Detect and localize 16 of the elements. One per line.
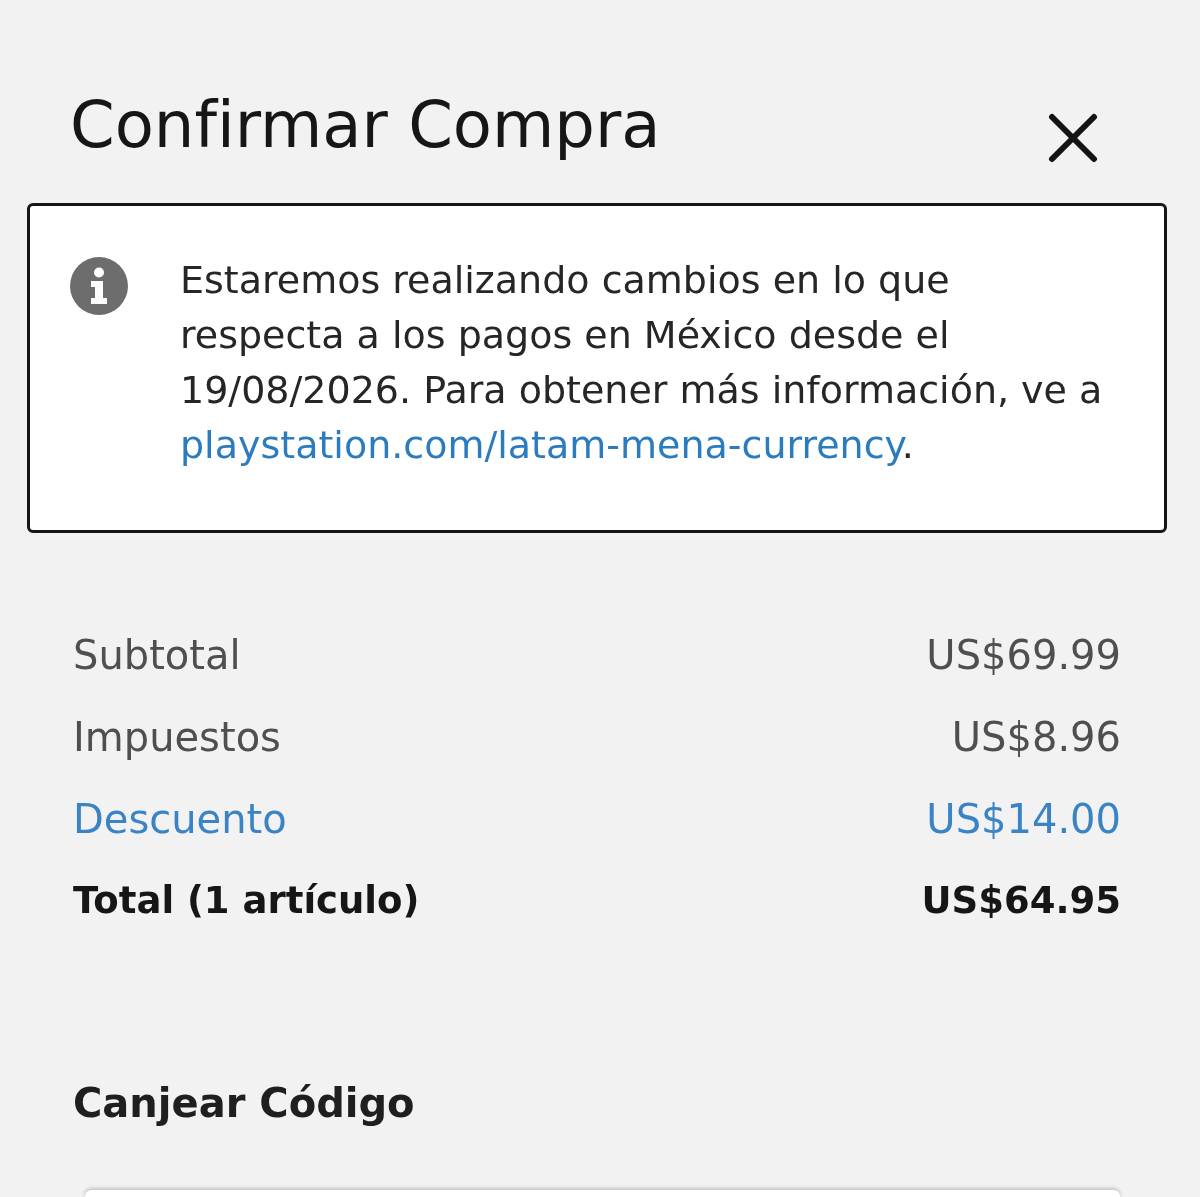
discount-amount: US$14.00 [926, 795, 1121, 844]
redeem-code-heading: Canjear Código [73, 1079, 415, 1128]
notice-text: Estaremos realizando cambios en lo que respecta a los pagos en México desde el 19/08/2026. Para obtener más información, ve a playstation.com/latam-mena-currency. [180, 257, 1104, 469]
summary-label: Subtotal [73, 631, 241, 680]
close-icon [1048, 113, 1098, 163]
currency-link[interactable]: playstation.com/latam-mena-currency [180, 423, 902, 467]
dialog-title: Confirmar Compra [70, 87, 661, 164]
info-icon [70, 257, 128, 315]
summary-label: Impuestos [73, 713, 281, 762]
close-button[interactable] [1048, 113, 1098, 163]
code-input-field[interactable] [85, 1190, 1120, 1197]
discount-label: Descuento [73, 795, 287, 844]
total-label: Total (1 artículo) [73, 878, 420, 924]
summary-amount: US$69.99 [926, 631, 1121, 680]
total-amount: US$64.95 [921, 878, 1121, 924]
summary-amount: US$8.96 [951, 713, 1121, 762]
